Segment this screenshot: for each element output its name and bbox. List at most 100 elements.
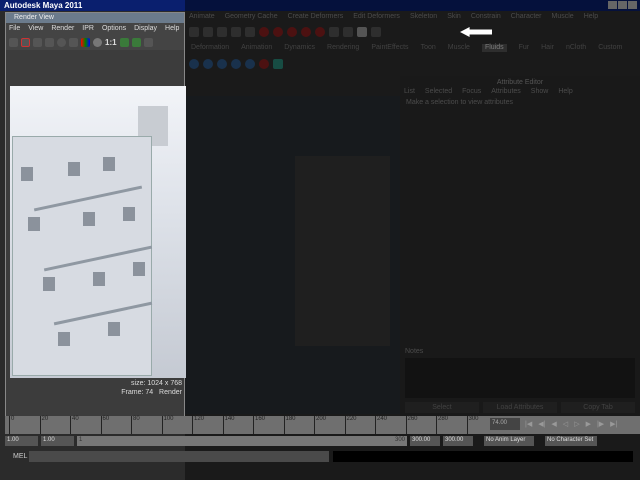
shelf-icon[interactable] <box>203 59 213 69</box>
maximize-button[interactable] <box>618 1 627 9</box>
shelf-tab[interactable]: Custom <box>598 44 622 52</box>
remove-image-icon[interactable] <box>131 37 141 47</box>
render-view-menu-item[interactable]: Display <box>134 25 157 32</box>
range-slider-end: 300 <box>394 437 405 443</box>
shelf-icon[interactable] <box>245 59 255 69</box>
tool-icon[interactable] <box>245 27 255 37</box>
menu-item[interactable]: Edit Deformers <box>353 13 400 20</box>
character-set-dropdown[interactable]: No Character Set <box>545 436 597 446</box>
menu-item[interactable]: Skeleton <box>410 13 437 20</box>
snap-icon[interactable] <box>301 27 311 37</box>
current-frame-field[interactable]: 74.00 <box>490 418 520 430</box>
attribute-editor-menu-item[interactable]: Attributes <box>491 88 521 95</box>
shelf-icon[interactable] <box>273 59 283 69</box>
shelf-tab[interactable]: Hair <box>541 44 554 52</box>
render-view-menu-item[interactable]: Options <box>102 25 126 32</box>
shelf-tab[interactable]: PaintEffects <box>371 44 408 52</box>
play-back-button[interactable]: ◁ <box>563 420 568 428</box>
snap-icon[interactable] <box>287 27 297 37</box>
shelf-tab[interactable]: nCloth <box>566 44 586 52</box>
attribute-editor-button[interactable]: Select <box>405 402 479 413</box>
attribute-editor-menu-item[interactable]: Help <box>558 88 572 95</box>
end-time-field[interactable]: 300.00 <box>443 436 473 446</box>
camera-icon[interactable] <box>143 37 153 47</box>
render-view-icon[interactable] <box>357 27 367 37</box>
menu-item[interactable]: Character <box>511 13 542 20</box>
step-back-key-button[interactable]: ◀| <box>538 420 545 428</box>
timeline-tick: 300 <box>466 416 479 434</box>
shelf-tab[interactable]: Fur <box>519 44 530 52</box>
attribute-editor-menu-item[interactable]: Show <box>531 88 549 95</box>
command-input[interactable] <box>29 451 329 462</box>
render-view-menu-item[interactable]: Render <box>51 25 74 32</box>
playback-end-field[interactable]: 300.00 <box>410 436 440 446</box>
attribute-editor-menu-item[interactable]: Focus <box>462 88 481 95</box>
menu-item[interactable]: Skin <box>447 13 461 20</box>
timeline-tick: 280 <box>436 416 448 434</box>
render-view-menu-item[interactable]: Help <box>165 25 179 32</box>
attribute-editor-menu-item[interactable]: Selected <box>425 88 452 95</box>
render-region-icon[interactable] <box>21 37 30 47</box>
shelf-icon[interactable] <box>231 59 241 69</box>
shelf-tab[interactable]: Fluids <box>481 44 507 52</box>
attribute-editor-button[interactable]: Copy Tab <box>561 402 635 413</box>
menu-item[interactable]: Help <box>584 13 598 20</box>
tool-icon[interactable] <box>203 27 213 37</box>
close-button[interactable] <box>628 1 637 9</box>
render-icon[interactable] <box>329 27 339 37</box>
menu-item[interactable]: Animate <box>189 13 215 20</box>
timeline-tick: 40 <box>70 416 79 434</box>
refresh-icon[interactable] <box>57 37 66 47</box>
anim-layer-dropdown[interactable]: No Anim Layer <box>484 436 534 446</box>
viewport-3d[interactable] <box>185 96 400 414</box>
attribute-editor-menu-item[interactable]: List <box>404 88 415 95</box>
tool-icon[interactable] <box>189 27 199 37</box>
ipr-icon[interactable] <box>45 37 54 47</box>
shelf-tab[interactable]: Rendering <box>327 44 359 52</box>
menu-item[interactable]: Constrain <box>471 13 501 20</box>
play-forward-button[interactable]: ▷ <box>574 420 579 428</box>
shelf-tab[interactable]: Toon <box>421 44 436 52</box>
alpha-channel-icon[interactable] <box>93 37 102 47</box>
snapshot-icon[interactable] <box>33 37 42 47</box>
shelf-tab[interactable]: Deformation <box>191 44 229 52</box>
mel-label[interactable]: MEL <box>5 453 27 460</box>
step-back-button[interactable]: ◀ <box>551 420 556 428</box>
step-forward-button[interactable]: ▶ <box>586 420 591 428</box>
tool-icon[interactable] <box>231 27 241 37</box>
timeline-tick: 20 <box>39 416 48 434</box>
ipr-region-icon[interactable] <box>69 37 78 47</box>
snap-icon[interactable] <box>259 27 269 37</box>
range-slider[interactable]: 1 300 <box>77 436 407 446</box>
start-time-field[interactable]: 1.00 <box>5 436 38 446</box>
notes-field[interactable] <box>405 358 635 398</box>
go-to-start-button[interactable]: |◀ <box>525 420 532 428</box>
go-to-end-button[interactable]: ▶| <box>610 420 617 428</box>
shelf-icon[interactable] <box>259 59 269 69</box>
shelf-tab[interactable]: Dynamics <box>284 44 315 52</box>
render-view-menu-item[interactable]: View <box>28 25 43 32</box>
snap-icon[interactable] <box>315 27 325 37</box>
real-size-button[interactable]: 1:1 <box>105 38 117 47</box>
snap-icon[interactable] <box>273 27 283 37</box>
shelf-tab[interactable]: Muscle <box>448 44 470 52</box>
render-icon[interactable] <box>343 27 353 37</box>
redo-render-icon[interactable] <box>9 37 18 47</box>
menu-item[interactable]: Geometry Cache <box>225 13 278 20</box>
keep-image-icon[interactable] <box>119 37 129 47</box>
playback-start-field[interactable]: 1.00 <box>41 436 74 446</box>
menu-item[interactable]: Muscle <box>552 13 574 20</box>
attribute-editor-button[interactable]: Load Attributes <box>483 402 557 413</box>
shelf-tab[interactable]: Animation <box>241 44 272 52</box>
render-view-menu-item[interactable]: File <box>9 25 20 32</box>
minimize-button[interactable] <box>608 1 617 9</box>
playback-controls: |◀ ◀| ◀ ◁ ▷ ▶ |▶ ▶| <box>525 420 617 428</box>
render-view-menu-item[interactable]: IPR <box>82 25 94 32</box>
tool-icon[interactable] <box>217 27 227 37</box>
menu-item[interactable]: Create Deformers <box>288 13 344 20</box>
render-settings-icon[interactable] <box>371 27 381 37</box>
shelf-icon[interactable] <box>189 59 199 69</box>
rgb-channels-icon[interactable] <box>81 37 90 47</box>
step-forward-key-button[interactable]: |▶ <box>597 420 604 428</box>
shelf-icon[interactable] <box>217 59 227 69</box>
